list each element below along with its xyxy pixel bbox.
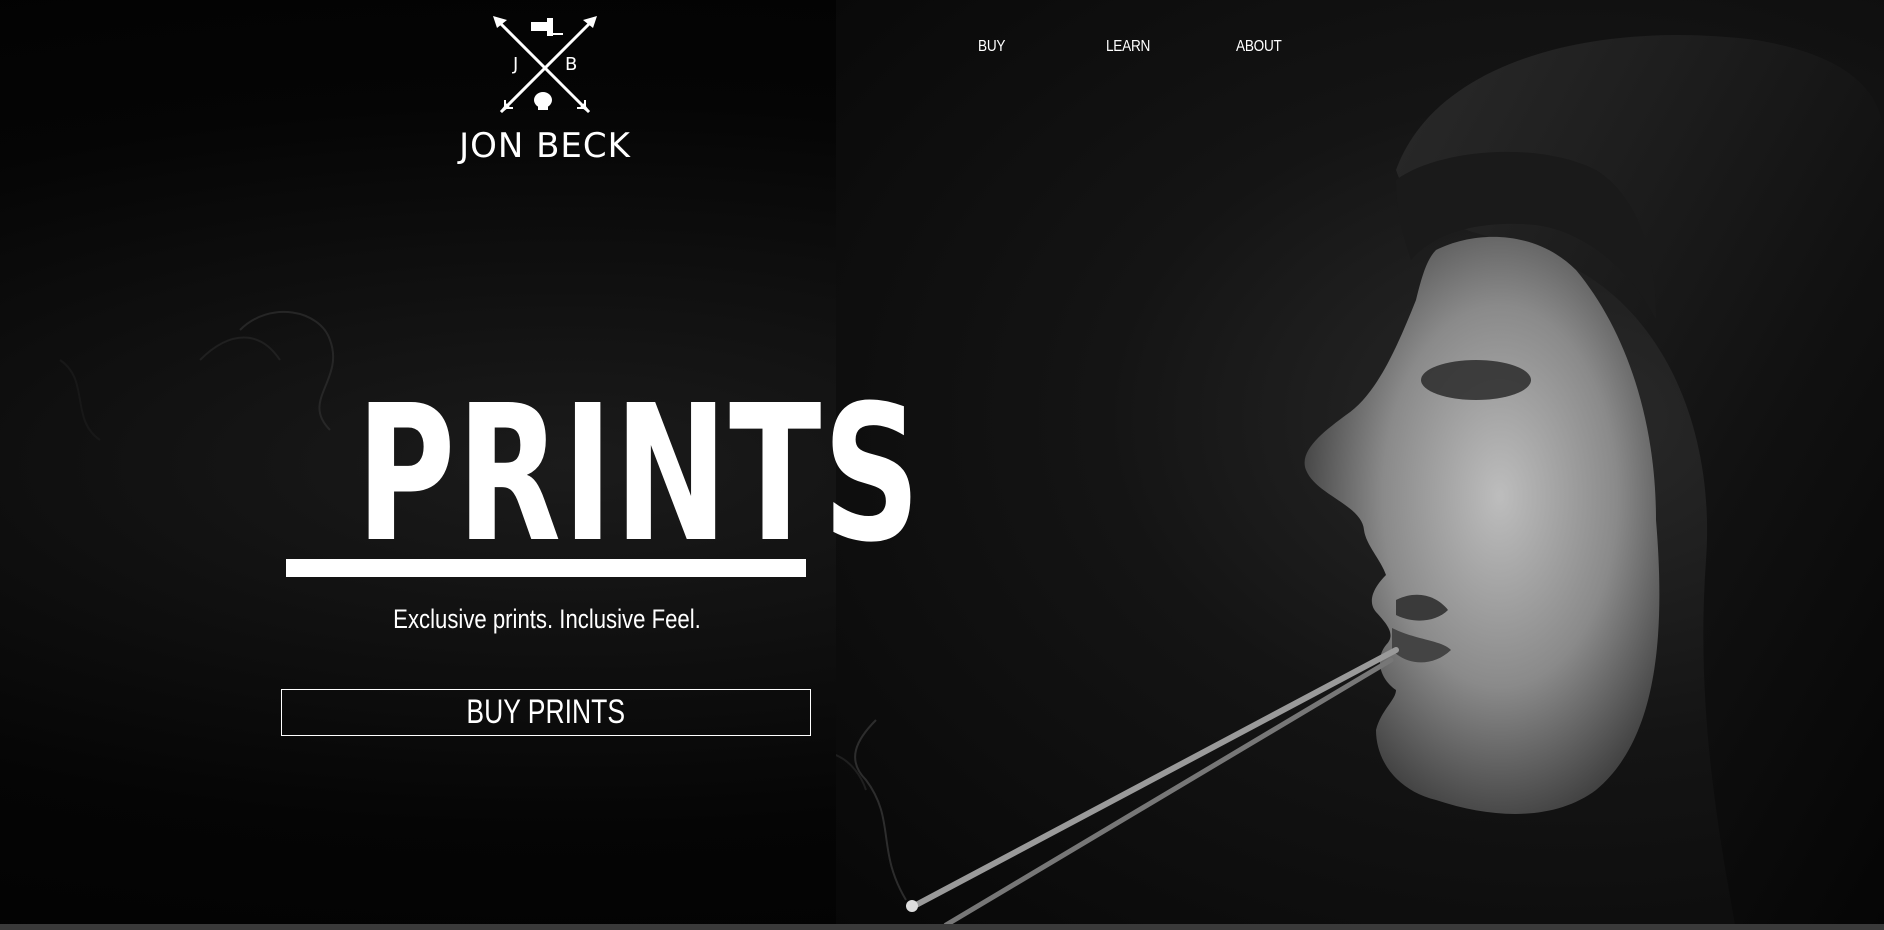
hero-photo xyxy=(836,0,1884,930)
brand-name: JON BECK xyxy=(459,126,631,166)
buy-prints-button[interactable]: BUY PRINTS xyxy=(281,689,811,736)
hero-title-underline xyxy=(286,559,806,577)
portrait-image xyxy=(836,35,1884,930)
page: J B JON BECK BUY LEARN ABOUT PRINTS Excl… xyxy=(0,0,1884,930)
hero-tagline: Exclusive prints. Inclusive Feel. xyxy=(393,604,701,634)
bottom-bar xyxy=(0,924,1884,930)
nav-item-about[interactable]: ABOUT xyxy=(1236,38,1282,56)
crossed-arrows-icon: J B xyxy=(493,16,597,114)
nav-item-learn[interactable]: LEARN xyxy=(1106,38,1150,56)
hero-title: PRINTS xyxy=(356,365,922,584)
buy-prints-button-label: BUY PRINTS xyxy=(466,693,626,731)
nav-item-buy[interactable]: BUY xyxy=(978,38,1005,56)
main-nav: BUY LEARN ABOUT xyxy=(0,38,1884,62)
